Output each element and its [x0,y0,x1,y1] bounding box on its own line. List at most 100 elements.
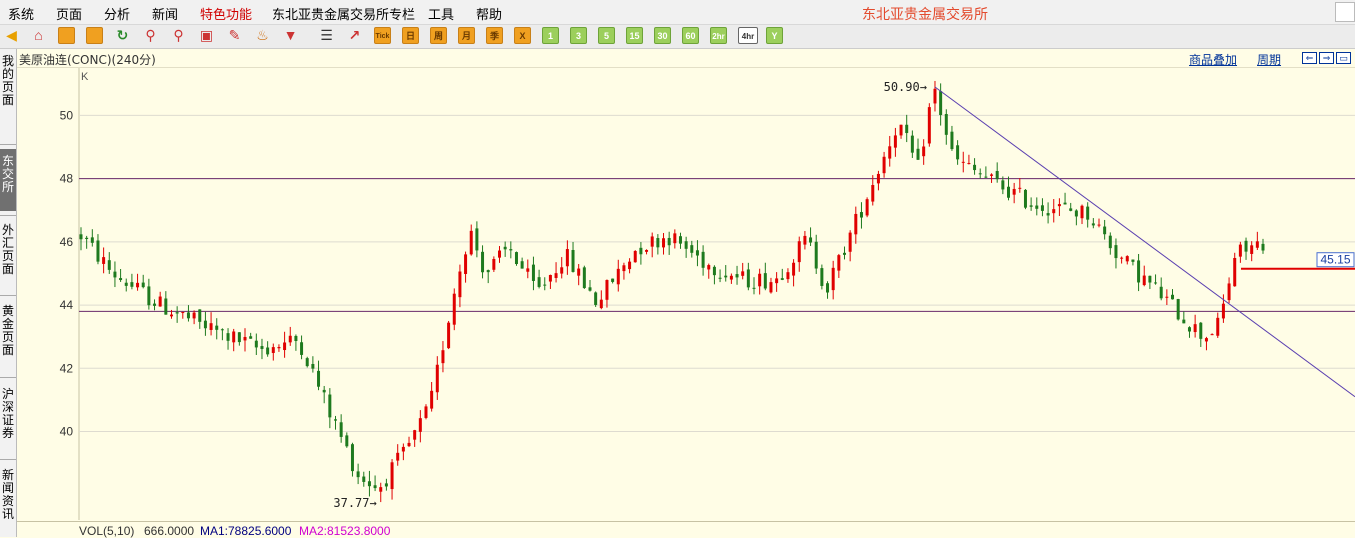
candle-body [701,251,705,268]
period-button-4hr[interactable]: 4hr [738,27,758,44]
nav-left-button[interactable]: ⇐ [1302,52,1317,64]
menu-help[interactable]: 帮助 [476,4,502,23]
window-control-button[interactable] [1335,2,1355,22]
menu-analysis[interactable]: 分析 [104,4,130,23]
sidebar-tab-securities[interactable]: 沪深证券 [0,388,16,440]
window-icon[interactable]: ▣ [198,27,215,44]
fund-icon[interactable] [86,27,103,44]
candle-body [1029,205,1033,207]
candle-body [283,342,287,351]
candle-body [1193,324,1197,333]
zoom-out-icon[interactable]: ⚲ [170,27,187,44]
nav-collapse-button[interactable]: ▭ [1336,52,1351,64]
candle-body [271,347,275,353]
candle-body [1131,259,1135,262]
period-button-15[interactable]: 15 [626,27,643,44]
candle-body [169,314,173,317]
filter-icon[interactable]: ▼ [282,27,299,44]
candle-body [1125,256,1129,262]
back-arrow-icon[interactable]: ◀ [3,27,20,44]
candle-body [1114,245,1118,259]
menu-system[interactable]: 系统 [8,4,34,23]
low-price-label: 37.77→ [333,496,376,510]
zoom-in-icon[interactable]: ⚲ [142,27,159,44]
period-button-tick[interactable]: Tick [374,27,391,44]
y-tick-label: 50 [60,108,74,122]
candle-body [565,249,569,267]
kline-icon[interactable]: ↗ [346,27,363,44]
sidebar-tab-my-page[interactable]: 我的页面 [0,55,16,107]
y-tick-label: 42 [60,361,74,375]
period-button-day[interactable]: 日 [402,27,419,44]
bell-icon[interactable]: ♨ [254,27,271,44]
candle-body [311,363,315,369]
pencil-icon[interactable]: ✎ [226,27,243,44]
period-button-2hr[interactable]: 2hr [710,27,727,44]
candle-body [1086,206,1090,220]
instrument-title: 美原油连(CONC)(240分) [19,53,156,67]
chart-header: 美原油连(CONC)(240分) 商品叠加 周期 ⇐ ⇒ ▭ [17,49,1355,68]
period-button-x[interactable]: X [514,27,531,44]
candle-body [871,185,875,202]
sidebar-tab-forex[interactable]: 外汇页面 [0,224,16,276]
candle-body [1233,257,1237,287]
candle-body [1171,294,1175,300]
menu-news[interactable]: 新闻 [152,4,178,23]
period-button-1[interactable]: 1 [542,27,559,44]
menu-tools[interactable]: 工具 [428,4,454,23]
candle-body [260,346,264,349]
candle-body [401,446,405,452]
candlestick-chart[interactable]: 40 42 44 46 48 50 50.90→ 37.77→ 45.15 K [17,68,1355,520]
period-button-week[interactable]: 周 [430,27,447,44]
candle-body [424,406,428,418]
candle-body [356,471,360,478]
period-button-30[interactable]: 30 [654,27,671,44]
candle-body [1091,223,1095,226]
list-icon[interactable]: ☰ [318,27,335,44]
period-button-3[interactable]: 3 [570,27,587,44]
period-button-season[interactable]: 季 [486,27,503,44]
candle-body [848,232,852,252]
candle-body [746,269,750,288]
period-link[interactable]: 周期 [1257,51,1281,68]
period-button-60[interactable]: 60 [682,27,699,44]
candle-body [367,481,371,487]
candle-body [333,419,337,421]
candle-body [1120,257,1124,259]
sidebar-divider [0,215,16,216]
candle-body [690,245,694,253]
menu-exchange-column[interactable]: 东北亚贵金属交易所专栏 [272,4,415,23]
book-icon[interactable] [58,27,75,44]
sidebar-tab-exchange[interactable]: 东交所 [0,149,16,211]
menu-page[interactable]: 页面 [56,4,82,23]
candle-body [345,435,349,447]
candle-body [503,246,507,250]
y-tick-label: 48 [60,172,74,186]
candle-body [752,287,756,289]
nav-right-button[interactable]: ⇒ [1319,52,1334,64]
candle-body [514,252,518,265]
volume-ma2: MA2:81523.8000 [299,524,391,538]
period-button-month[interactable]: 月 [458,27,475,44]
home-icon[interactable]: ⌂ [30,27,47,44]
sidebar-tab-gold[interactable]: 黄金页面 [0,305,16,357]
candle-body [288,335,292,343]
sidebar-tab-news[interactable]: 新闻资讯 [0,469,16,521]
candle-body [554,273,558,278]
candle-body [842,252,846,255]
overlay-commodity-link[interactable]: 商品叠加 [1189,51,1237,68]
candle-body [678,236,682,244]
candle-body [724,275,728,278]
candle-body [1176,299,1180,320]
candle-body [215,325,219,330]
refresh-icon[interactable]: ↻ [114,27,131,44]
candle-body [916,148,920,160]
candle-body [1227,283,1231,301]
candle-body [922,146,926,157]
candle-body [990,174,994,176]
menu-special-features[interactable]: 特色功能 [200,4,252,23]
candle-body [1080,205,1084,219]
period-button-5[interactable]: 5 [598,27,615,44]
candle-body [458,271,462,298]
period-button-y[interactable]: Y [766,27,783,44]
